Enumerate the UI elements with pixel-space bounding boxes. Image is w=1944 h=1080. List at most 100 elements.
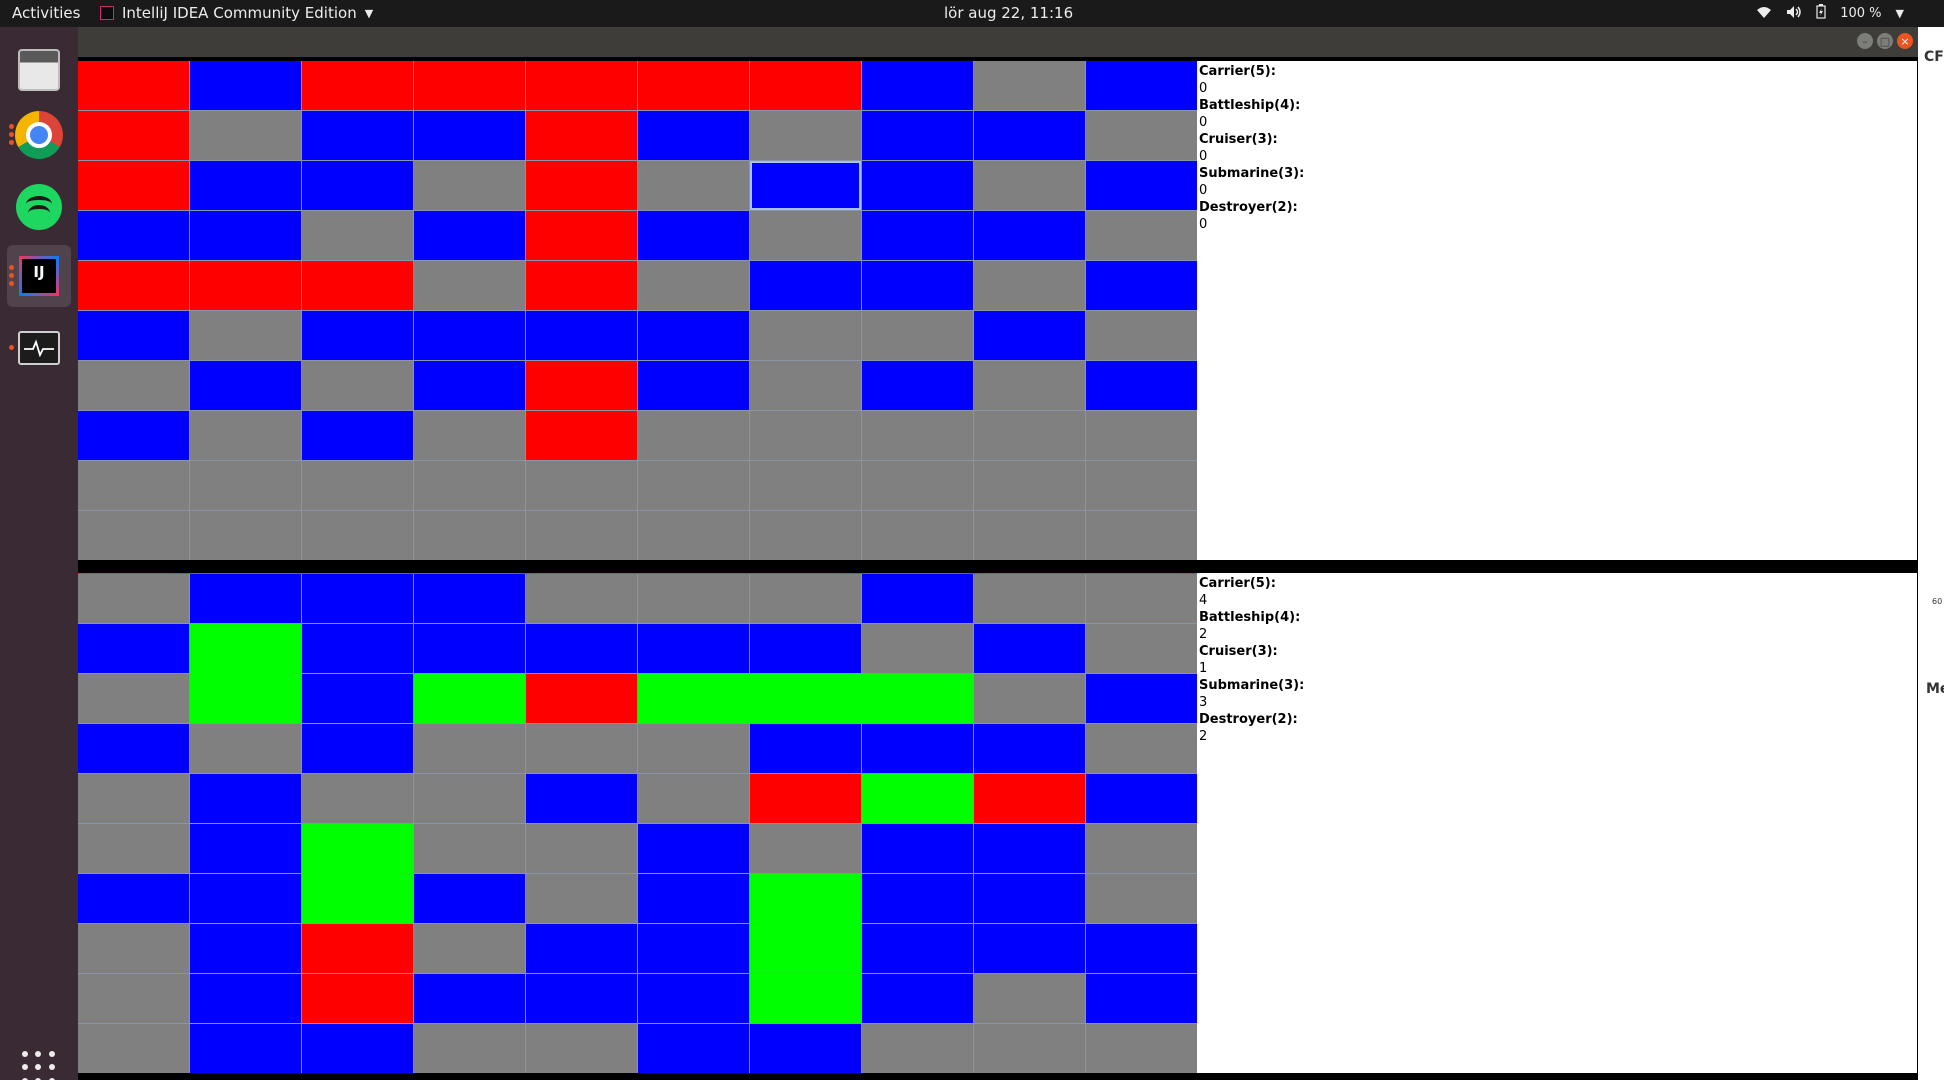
board-cell[interactable]: [414, 461, 525, 510]
board-cell[interactable]: [302, 211, 413, 260]
board-cell[interactable]: [526, 461, 637, 510]
board-cell[interactable]: [974, 311, 1085, 360]
board-cell[interactable]: [526, 261, 637, 310]
board-cell[interactable]: [302, 111, 413, 160]
board-cell[interactable]: [526, 161, 637, 210]
board-cell[interactable]: [1086, 774, 1197, 823]
board-cell[interactable]: [974, 361, 1085, 410]
board-cell[interactable]: [190, 924, 301, 973]
board-cell[interactable]: [302, 724, 413, 773]
board-cell[interactable]: [862, 211, 973, 260]
board-cell[interactable]: [638, 674, 749, 723]
board-cell[interactable]: [638, 261, 749, 310]
app-menu[interactable]: IntelliJ IDEA Community Edition ▼: [100, 4, 373, 22]
board-cell[interactable]: [302, 461, 413, 510]
board-cell[interactable]: [638, 161, 749, 210]
board-cell[interactable]: [190, 261, 301, 310]
board-cell[interactable]: [78, 111, 189, 160]
board-cell[interactable]: [862, 724, 973, 773]
board-cell[interactable]: [302, 574, 413, 623]
board-cell[interactable]: [414, 311, 525, 360]
board-cell[interactable]: [190, 974, 301, 1023]
board-cell[interactable]: [862, 361, 973, 410]
board-cell[interactable]: [974, 511, 1085, 560]
board-cell[interactable]: [862, 511, 973, 560]
board-cell[interactable]: [414, 361, 525, 410]
board-cell[interactable]: [414, 774, 525, 823]
board-cell[interactable]: [974, 261, 1085, 310]
board-cell[interactable]: [414, 624, 525, 673]
dock-files[interactable]: [7, 39, 71, 101]
board-cell[interactable]: [78, 461, 189, 510]
board-cell[interactable]: [190, 461, 301, 510]
board-cell[interactable]: [414, 724, 525, 773]
board-cell[interactable]: [862, 311, 973, 360]
board-cell[interactable]: [1086, 924, 1197, 973]
status-area[interactable]: 100 % ▼: [1756, 4, 1904, 23]
board-cell[interactable]: [302, 924, 413, 973]
board-cell[interactable]: [526, 974, 637, 1023]
window-titlebar[interactable]: [78, 27, 1918, 57]
board-cell[interactable]: [750, 161, 861, 210]
board-cell[interactable]: [750, 211, 861, 260]
board-cell[interactable]: [414, 874, 525, 923]
board-cell[interactable]: [190, 211, 301, 260]
board-cell[interactable]: [190, 61, 301, 110]
board-cell[interactable]: [1086, 674, 1197, 723]
board-cell[interactable]: [190, 511, 301, 560]
board-cell[interactable]: [78, 161, 189, 210]
board-cell[interactable]: [78, 774, 189, 823]
board-cell[interactable]: [862, 874, 973, 923]
activities-button[interactable]: Activities: [12, 4, 80, 22]
board-cell[interactable]: [526, 774, 637, 823]
board-cell[interactable]: [526, 674, 637, 723]
board-cell[interactable]: [78, 311, 189, 360]
background-window-edge[interactable]: CF 60 Me: [1918, 27, 1944, 1080]
board-cell[interactable]: [1086, 574, 1197, 623]
board-cell[interactable]: [414, 161, 525, 210]
board-cell[interactable]: [974, 624, 1085, 673]
board-cell[interactable]: [302, 411, 413, 460]
board-cell[interactable]: [302, 61, 413, 110]
board-cell[interactable]: [750, 574, 861, 623]
board-cell[interactable]: [526, 874, 637, 923]
board-cell[interactable]: [1086, 724, 1197, 773]
board-cell[interactable]: [862, 924, 973, 973]
board-cell[interactable]: [1086, 111, 1197, 160]
board-cell[interactable]: [414, 824, 525, 873]
board-cell[interactable]: [302, 874, 413, 923]
board-cell[interactable]: [638, 111, 749, 160]
board-cell[interactable]: [190, 411, 301, 460]
board-cell[interactable]: [638, 61, 749, 110]
board-cell[interactable]: [862, 774, 973, 823]
board-cell[interactable]: [974, 111, 1085, 160]
board-cell[interactable]: [638, 774, 749, 823]
board-cell[interactable]: [78, 974, 189, 1023]
board-cell[interactable]: [414, 674, 525, 723]
board-cell[interactable]: [302, 361, 413, 410]
board-cell[interactable]: [190, 574, 301, 623]
board-cell[interactable]: [302, 511, 413, 560]
minimize-button[interactable]: –: [1857, 33, 1873, 49]
board-cell[interactable]: [78, 211, 189, 260]
board-cell[interactable]: [190, 1024, 301, 1073]
board-cell[interactable]: [78, 674, 189, 723]
dock-spotify[interactable]: [7, 176, 71, 238]
board-cell[interactable]: [1086, 874, 1197, 923]
maximize-button[interactable]: □: [1877, 33, 1893, 49]
board-cell[interactable]: [526, 411, 637, 460]
board-cell[interactable]: [750, 624, 861, 673]
board-cell[interactable]: [302, 824, 413, 873]
board-cell[interactable]: [750, 511, 861, 560]
board-cell[interactable]: [78, 824, 189, 873]
board-cell[interactable]: [638, 624, 749, 673]
board-cell[interactable]: [526, 211, 637, 260]
board-cell[interactable]: [414, 924, 525, 973]
board-cell[interactable]: [862, 161, 973, 210]
board-cell[interactable]: [414, 261, 525, 310]
board-cell[interactable]: [1086, 261, 1197, 310]
board-cell[interactable]: [414, 411, 525, 460]
board-cell[interactable]: [638, 924, 749, 973]
board-cell[interactable]: [862, 261, 973, 310]
dock-intellij[interactable]: IJ: [7, 245, 71, 307]
